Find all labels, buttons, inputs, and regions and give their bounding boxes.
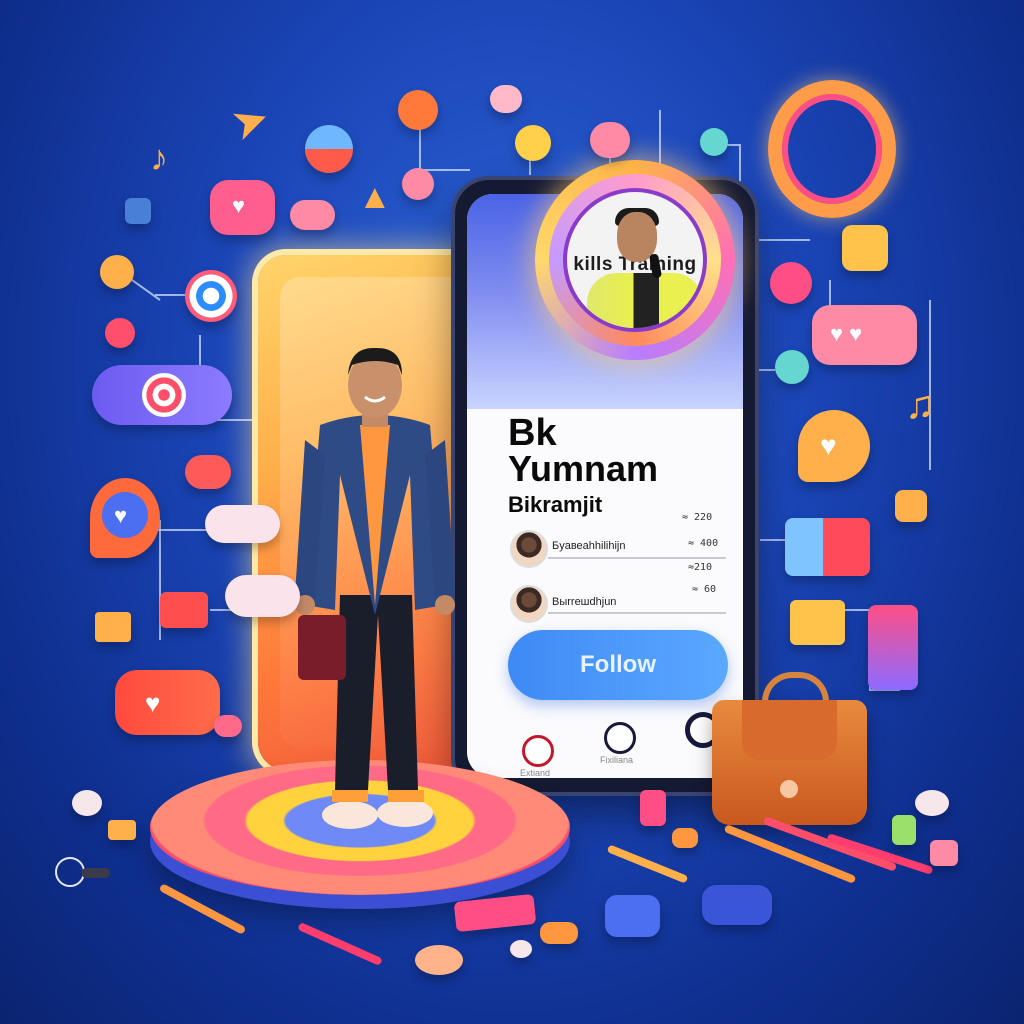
box-icon: [930, 840, 958, 866]
suggestion-value: ≈ 𝟺𝟶𝟶: [688, 538, 719, 549]
jar-icon: [892, 815, 916, 845]
cube-icon: [108, 820, 136, 840]
chat-icon: [775, 350, 809, 384]
like-bubble-icon: ♥ ♥: [812, 305, 917, 365]
chat-bubble-icon: [185, 455, 231, 489]
cloud-icon: [225, 575, 300, 617]
envelope-icon: [125, 198, 151, 224]
suggestion-name[interactable]: Бyавеаhhilihijn: [552, 540, 625, 552]
record-icon[interactable]: [522, 735, 554, 767]
shell-icon: [915, 790, 949, 816]
tag-icon: [702, 885, 772, 925]
camera-app-icon: [895, 490, 927, 522]
sound-icon: [105, 318, 135, 348]
envelope-icon: [160, 592, 208, 628]
gauge-icon: [100, 255, 134, 289]
close-card-icon: [868, 605, 918, 690]
follow-button[interactable]: Follow: [508, 630, 728, 700]
heart-bubble-icon: ♥: [210, 180, 275, 235]
eraser-icon: [672, 828, 698, 848]
target-icon: [185, 270, 237, 322]
cloud-icon: [205, 505, 280, 543]
nav-label: Fixiliana: [600, 755, 634, 765]
profile-photo-ring: kills Training: [535, 160, 735, 360]
tag-icon: [605, 895, 660, 937]
profile-photo[interactable]: kills Training: [563, 188, 707, 332]
suggestion-avatar[interactable]: [510, 585, 548, 623]
sphere-icon: [305, 125, 353, 173]
music-note-icon: ♪: [150, 137, 168, 178]
chat-bubble-icon: [290, 200, 335, 230]
profile-name-line2: Yumnam: [508, 448, 659, 489]
heart-bubble-icon: ♥: [115, 670, 220, 735]
like-bubble-icon: ♥: [90, 478, 160, 558]
sphere-icon: [398, 90, 438, 130]
sticker-icon: [640, 790, 666, 826]
envelope-icon: [95, 612, 131, 642]
headphone-icon: [415, 945, 463, 975]
profile-username: Bikramjit: [508, 492, 603, 517]
row-divider: [548, 612, 726, 614]
ring-icon: [768, 80, 896, 218]
avatar-icon: [402, 168, 434, 200]
keychain-icon: [55, 857, 110, 887]
heart-bubble-icon: ♥: [798, 410, 870, 482]
camera-app-icon: [842, 225, 888, 271]
music-note-icon: ♫: [905, 383, 935, 427]
eraser-icon: [540, 922, 578, 944]
handbag-icon: [712, 672, 867, 825]
compass-icon: [515, 125, 551, 161]
stat-value: ≈ 𝟸𝟸𝟶: [682, 512, 713, 523]
row-divider: [548, 557, 726, 559]
chat-bubble-icon: [214, 715, 242, 737]
suggestion-stat: ≈𝟸𝟷𝟶: [688, 562, 713, 573]
nav-label: Extiand: [520, 768, 551, 778]
check-icon: [700, 128, 728, 156]
suggestion-value: ≈ 𝟼𝟶: [692, 584, 717, 595]
suggestion-name[interactable]: Bыrrешdhjun: [552, 596, 616, 608]
camera-icon[interactable]: [604, 722, 636, 754]
character-figure: [295, 347, 455, 829]
suggestion-avatar[interactable]: [510, 530, 548, 568]
envelope-icon: [790, 600, 845, 645]
shell-icon: [510, 940, 532, 958]
shell-icon: [72, 790, 102, 816]
target-bubble-icon: [92, 365, 232, 425]
target-icon: [770, 262, 812, 304]
tree-icon: ▲: [358, 178, 392, 216]
heart-bubble-icon: [490, 85, 522, 113]
illustration-scene: kills Training Bk Yumnam Bikramjit ≈ 𝟸𝟸𝟶…: [0, 0, 1024, 1024]
gift-icon: [785, 518, 870, 576]
chat-bubble-icon: [590, 122, 630, 158]
